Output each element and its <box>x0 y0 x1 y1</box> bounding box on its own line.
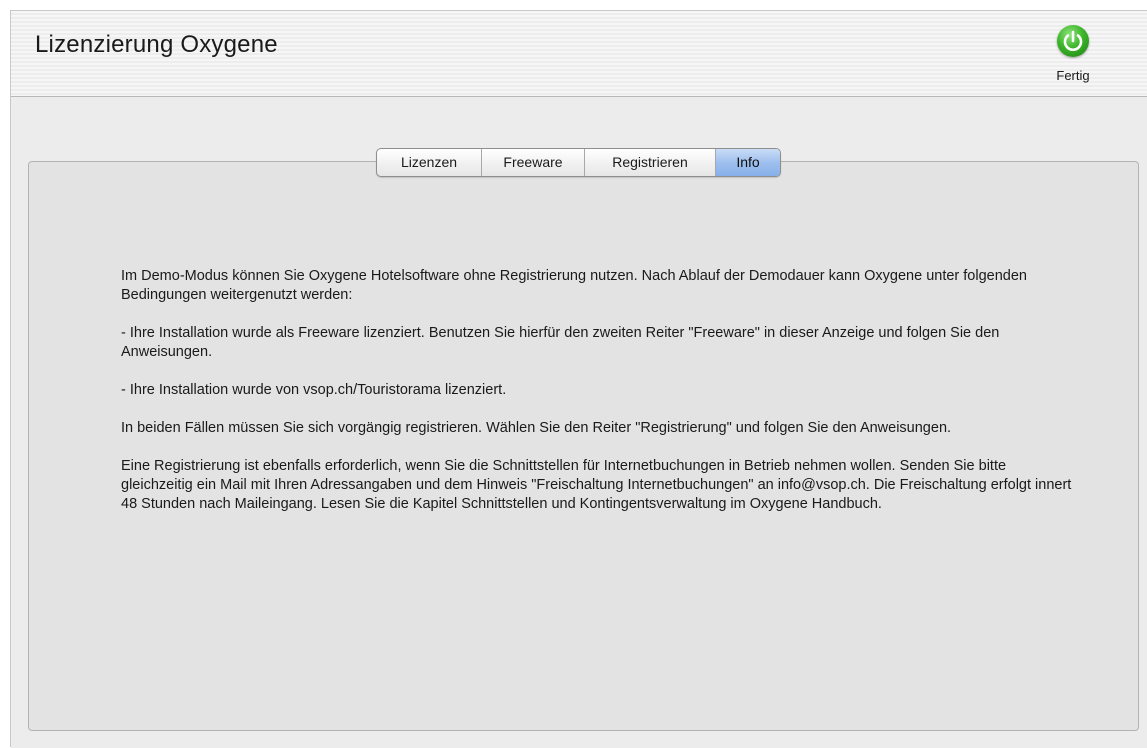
tab-info[interactable]: Info <box>716 149 780 176</box>
info-text: Im Demo-Modus können Sie Oxygene Hotelso… <box>121 267 1081 533</box>
page-title: Lizenzierung Oxygene <box>35 31 278 58</box>
info-paragraph: - Ihre Installation wurde als Freeware l… <box>121 325 1000 360</box>
info-paragraph: Eine Registrierung ist ebenfalls erforde… <box>121 458 1072 512</box>
info-paragraph: - Ihre Installation wurde von vsop.ch/To… <box>121 382 507 398</box>
done-button[interactable]: Fertig <box>1045 25 1101 87</box>
done-label: Fertig <box>1056 68 1090 83</box>
info-paragraph: Im Demo-Modus können Sie Oxygene Hotelso… <box>121 268 1027 303</box>
license-window: Lizenzierung Oxygene Fertig Lizenzen Fre… <box>10 10 1147 748</box>
tab-bar: Lizenzen Freeware Registrieren Info <box>376 148 781 177</box>
tab-registrieren[interactable]: Registrieren <box>585 149 716 176</box>
tab-freeware[interactable]: Freeware <box>482 149 585 176</box>
window-header: Lizenzierung Oxygene Fertig <box>11 11 1147 97</box>
power-icon <box>1057 25 1089 57</box>
tab-lizenzen[interactable]: Lizenzen <box>377 149 482 176</box>
info-paragraph: In beiden Fällen müssen Sie sich vorgäng… <box>121 420 952 436</box>
